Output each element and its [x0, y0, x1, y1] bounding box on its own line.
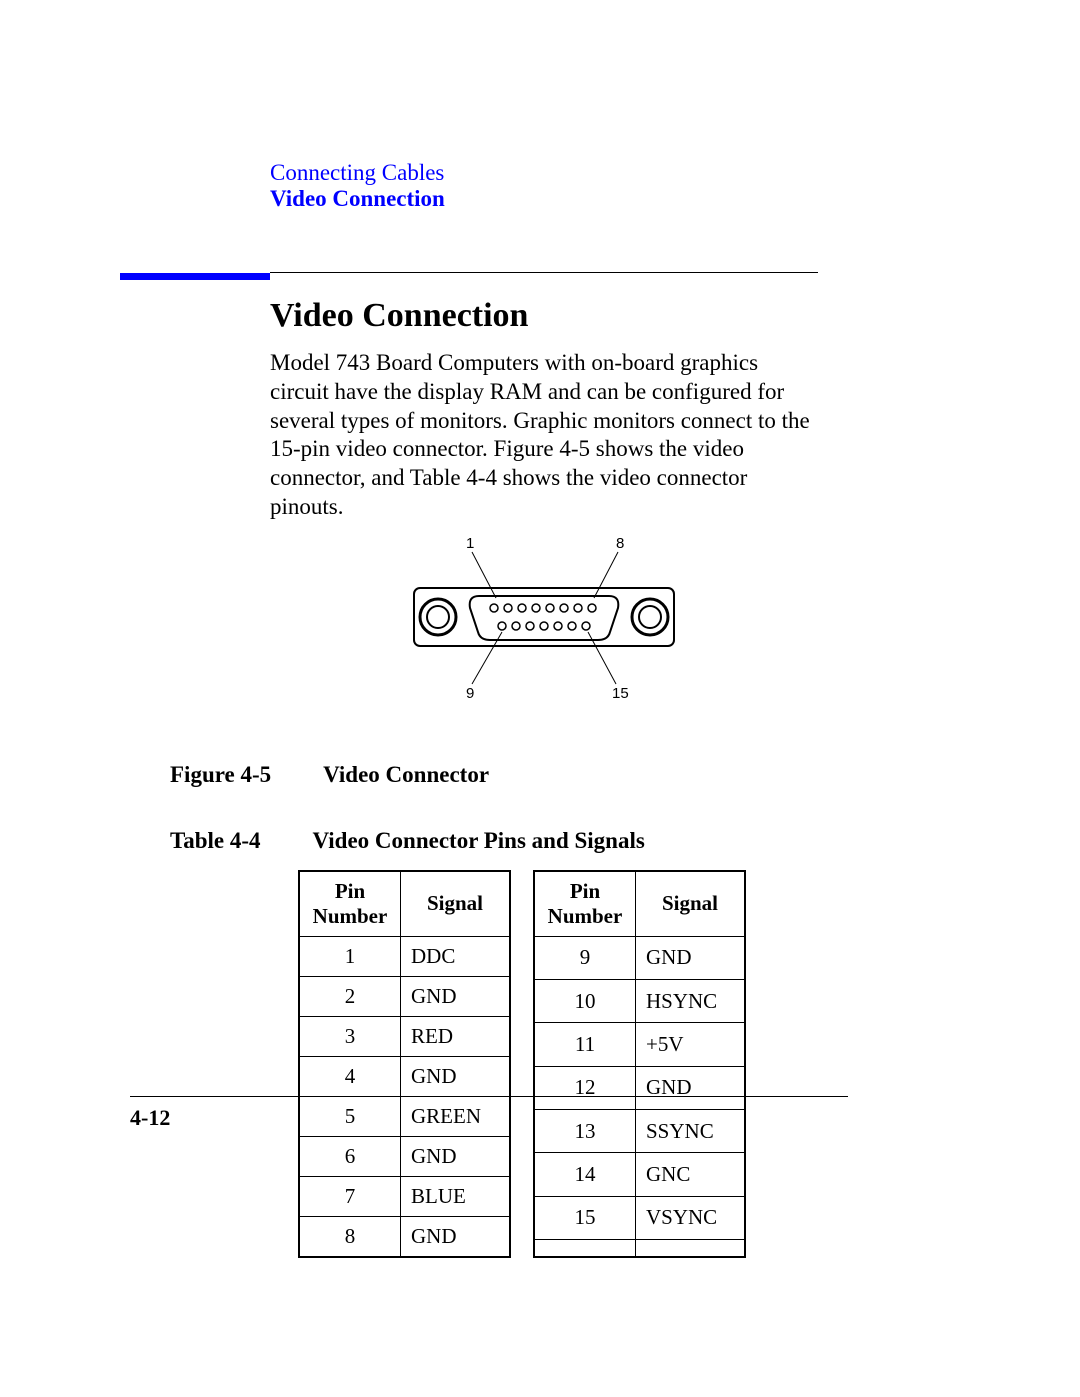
svg-text:15: 15 — [612, 685, 629, 702]
table-row: 8GND — [299, 1216, 510, 1257]
table-row: 11+5V — [534, 1023, 745, 1066]
svg-text:9: 9 — [466, 685, 474, 702]
table-row: 2GND — [299, 976, 510, 1016]
page-title: Video Connection — [270, 297, 818, 335]
col-pin-number: PinNumber — [299, 871, 401, 937]
table-row: 1DDC — [299, 936, 510, 976]
figure-video-connector: 1 8 9 15 — [270, 532, 818, 702]
pin-tables: PinNumber Signal 1DDC 2GND 3RED 4GND 5GR… — [298, 870, 818, 1258]
table-title: Video Connector Pins and Signals — [313, 828, 645, 854]
table-row — [534, 1240, 745, 1257]
footer-rule — [130, 1096, 848, 1097]
running-header: Connecting Cables Video Connection — [270, 160, 818, 212]
pin-table-right: PinNumber Signal 9GND 10HSYNC 11+5V 12GN… — [533, 870, 746, 1258]
table-row: 12GND — [534, 1066, 745, 1109]
svg-text:1: 1 — [466, 535, 474, 552]
section-rule — [270, 272, 818, 273]
table-row: 5GREEN — [299, 1096, 510, 1136]
pin-table-left: PinNumber Signal 1DDC 2GND 3RED 4GND 5GR… — [298, 870, 511, 1258]
col-signal: Signal — [401, 871, 511, 937]
table-caption: Table 4-4 Video Connector Pins and Signa… — [170, 828, 818, 854]
intro-paragraph: Model 743 Board Computers with on-board … — [270, 349, 818, 522]
table-row: 15VSYNC — [534, 1196, 745, 1239]
table-row: 6GND — [299, 1136, 510, 1176]
table-label: Table 4-4 — [170, 828, 261, 854]
connector-diagram-icon: 1 8 9 15 — [384, 532, 704, 702]
table-row: 10HSYNC — [534, 979, 745, 1022]
figure-label: Figure 4-5 — [170, 762, 271, 788]
table-row: 4GND — [299, 1056, 510, 1096]
page-number: 4-12 — [130, 1105, 170, 1131]
table-row: 3RED — [299, 1016, 510, 1056]
chapter-name: Connecting Cables — [270, 160, 818, 186]
col-pin-number: PinNumber — [534, 871, 636, 937]
svg-text:8: 8 — [616, 535, 624, 552]
col-signal: Signal — [636, 871, 746, 937]
section-name: Video Connection — [270, 186, 818, 212]
blue-accent-bar — [120, 273, 270, 280]
table-row: 14GNC — [534, 1153, 745, 1196]
table-row: 13SSYNC — [534, 1110, 745, 1153]
figure-title: Video Connector — [323, 762, 489, 788]
table-row: 9GND — [534, 936, 745, 979]
figure-caption: Figure 4-5 Video Connector — [170, 762, 818, 788]
table-row: 7BLUE — [299, 1176, 510, 1216]
